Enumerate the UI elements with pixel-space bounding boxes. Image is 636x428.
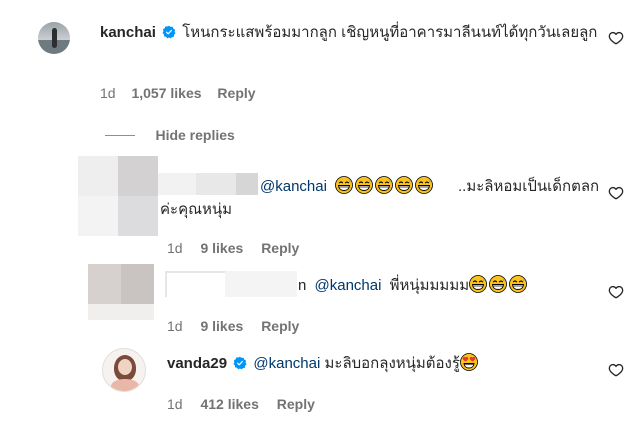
comment-username[interactable]: kanchai: [100, 24, 156, 41]
comment-time: 1d: [100, 85, 116, 101]
comment-text: โหนกระแสพร้อมมากลูก เชิญหนูที่อาคารมาลีน…: [182, 24, 598, 41]
like-heart-icon[interactable]: [608, 185, 624, 201]
reply-text: พี่หนุ่มมมมม: [389, 277, 470, 294]
reply-meta: 1d 9 likes Reply: [167, 318, 299, 334]
comment-likes[interactable]: 1,057 likes: [131, 85, 201, 101]
like-heart-icon[interactable]: [608, 284, 624, 300]
comment-meta: 1d 1,057 likes Reply: [100, 85, 256, 101]
grinning-sweat-emoji-icon: [509, 275, 527, 293]
reply-mention[interactable]: @kanchai: [315, 277, 382, 294]
reply-meta: 1d 9 likes Reply: [167, 240, 299, 256]
reply-mention[interactable]: @kanchai: [253, 355, 320, 372]
reply-button[interactable]: Reply: [261, 240, 299, 256]
reply-text: มะลิบอกลุงหนุ่มต้องรู้: [324, 355, 460, 372]
avatar[interactable]: [38, 22, 70, 54]
reply-button[interactable]: Reply: [261, 318, 299, 334]
like-heart-icon[interactable]: [608, 362, 624, 378]
like-heart-icon[interactable]: [608, 30, 624, 46]
reply-button[interactable]: Reply: [277, 396, 315, 412]
reply-time: 1d: [167, 318, 183, 334]
reply-button[interactable]: Reply: [217, 85, 255, 101]
reply-username[interactable]: vanda29: [167, 355, 227, 372]
verified-badge-icon: [233, 356, 247, 370]
reply-likes[interactable]: 9 likes: [200, 318, 243, 334]
grinning-sweat-emoji-icon: [469, 275, 487, 293]
verified-badge-icon: [162, 25, 176, 39]
hide-replies-toggle[interactable]: Hide replies: [105, 127, 235, 145]
reply-time: 1d: [167, 396, 183, 412]
heart-eyes-emoji-icon: [460, 353, 478, 371]
reply-likes[interactable]: 9 likes: [200, 240, 243, 256]
avatar-pixelated[interactable]: [78, 156, 158, 236]
reply-meta: 1d 412 likes Reply: [167, 396, 315, 412]
hide-replies-label[interactable]: Hide replies: [155, 127, 234, 143]
reply-text: ..มะลิหอมเป็นเด็กตลกค่ะคุณหนุ่ม: [160, 178, 600, 218]
reply-time: 1d: [167, 240, 183, 256]
avatar-pixelated[interactable]: [88, 264, 154, 320]
avatar[interactable]: [102, 348, 146, 392]
hide-replies-line: [105, 135, 135, 137]
grinning-sweat-emoji-icon: [489, 275, 507, 293]
username-pixelated[interactable]: [165, 271, 297, 297]
reply-likes[interactable]: 412 likes: [200, 396, 258, 412]
